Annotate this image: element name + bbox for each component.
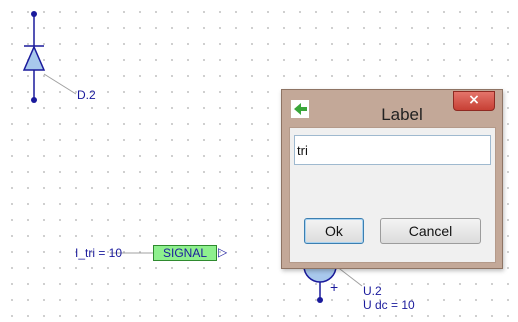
signal-tag-text: SIGNAL <box>162 246 207 260</box>
diode-label-leader <box>43 73 77 95</box>
source-polarity: + <box>330 279 339 295</box>
signal-expression[interactable]: I_tri = 10 <box>75 246 122 260</box>
label-dialog: Label × Ok Cancel <box>281 89 503 269</box>
dialog-content: Ok Cancel <box>289 127 496 263</box>
close-button[interactable]: × <box>453 91 495 111</box>
source-value[interactable]: U dc = 10 <box>363 298 415 312</box>
green-arrow-icon <box>291 100 309 118</box>
label-input[interactable] <box>294 135 491 165</box>
dialog-title: Label <box>381 105 423 124</box>
diode-triangle <box>22 45 46 71</box>
diode-bottom-pin[interactable] <box>31 97 37 103</box>
diode-label[interactable]: D.2 <box>77 88 96 102</box>
source-bottom-pin[interactable] <box>317 297 323 303</box>
cancel-button[interactable]: Cancel <box>380 218 481 244</box>
close-icon: × <box>468 92 480 108</box>
dialog-titlebar[interactable]: Label × <box>282 90 502 132</box>
signal-arrow-icon: ▷ <box>218 245 228 259</box>
ok-button[interactable]: Ok <box>304 218 364 244</box>
signal-tag[interactable]: SIGNAL <box>153 245 217 261</box>
source-label-leader <box>335 265 363 287</box>
source-label[interactable]: U.2 <box>363 284 382 298</box>
diode-d2[interactable] <box>22 11 77 103</box>
